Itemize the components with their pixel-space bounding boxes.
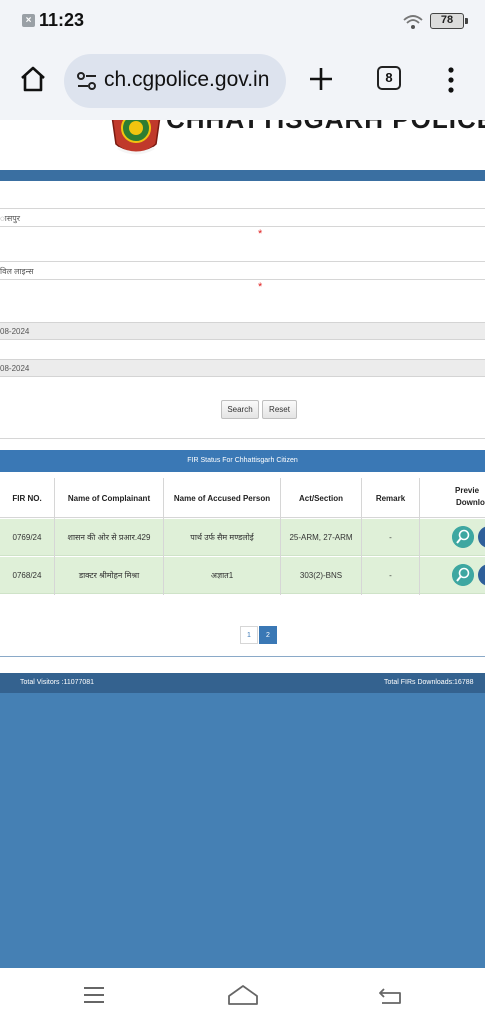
site-header: CHHATTISGARH POLICE <box>0 120 485 170</box>
act-section-cell: 303(2)-BNS <box>299 571 343 580</box>
fir-no-cell: 0769/24 <box>12 533 42 542</box>
col-remark: Remark <box>375 493 406 503</box>
divider <box>0 226 485 227</box>
preview-icon[interactable] <box>452 564 474 586</box>
fir-status-banner: FIR Status For Chhattisgarh Citizen <box>0 450 485 472</box>
preview-icon[interactable] <box>452 526 474 548</box>
complainant-cell: शासन की ओर से प्रआर.429 <box>67 533 151 542</box>
required-mark: * <box>258 228 263 240</box>
col-accused: Name of Accused Person <box>173 493 271 503</box>
header-strip <box>0 170 485 181</box>
wifi-icon <box>403 15 423 29</box>
police-station-select[interactable]: विल लाइन्स <box>0 266 34 277</box>
total-downloads: Total FIRs Downloads:16788 <box>384 679 474 686</box>
district-select[interactable]: ासपुर <box>0 213 20 224</box>
accused-cell: पार्थ उर्फ सैम मण्डलोई <box>190 533 254 542</box>
url-text: ch.cgpolice.gov.in <box>104 68 270 91</box>
download-icon[interactable] <box>478 526 485 548</box>
home-icon[interactable] <box>18 64 48 94</box>
col-download: Downlo <box>456 497 485 507</box>
recent-apps-icon[interactable] <box>83 986 105 1004</box>
page-2-link[interactable]: 2 <box>259 626 277 644</box>
police-emblem-logo <box>111 120 161 155</box>
from-date-input[interactable]: 08-2024 <box>0 322 485 340</box>
divider <box>0 279 485 280</box>
web-page: CHHATTISGARH POLICE ासपुर * विल लाइन्स *… <box>0 120 485 968</box>
required-mark: * <box>258 281 263 293</box>
col-fir-no: FIR NO. <box>12 493 42 503</box>
total-visitors: Total Visitors :11077081 <box>20 679 95 686</box>
remark-cell: - <box>389 571 392 580</box>
fir-no-cell: 0768/24 <box>12 571 42 580</box>
col-preview: Previe <box>455 485 480 495</box>
divider <box>0 438 485 439</box>
notification-x-icon: × <box>22 14 35 27</box>
browser-toolbar: ch.cgpolice.gov.in 8 <box>0 44 485 120</box>
column-divider <box>280 478 281 595</box>
to-date-input[interactable]: 08-2024 <box>0 359 485 377</box>
column-divider <box>54 478 55 595</box>
col-act-section: Act/Section <box>298 493 343 503</box>
back-icon[interactable] <box>378 985 402 1005</box>
tabs-count-button[interactable]: 8 <box>377 66 401 90</box>
divider <box>0 208 485 209</box>
search-button[interactable]: Search <box>221 400 259 419</box>
reset-button[interactable]: Reset <box>262 400 297 419</box>
more-vert-icon[interactable] <box>446 66 456 94</box>
footer-stats-bar: Total Visitors :11077081 Total FIRs Down… <box>0 673 485 693</box>
col-complainant: Name of Complainant <box>67 493 151 503</box>
table-row: 0769/24 शासन की ओर से प्रआर.429 पार्थ उर… <box>0 519 485 556</box>
page-1-link[interactable]: 1 <box>240 626 258 644</box>
address-bar[interactable]: ch.cgpolice.gov.in <box>64 54 286 108</box>
divider <box>0 261 485 262</box>
remark-cell: - <box>389 533 392 542</box>
table-row: 0768/24 डाक्टर श्रीमोहन मिश्रा अज्ञात1 3… <box>0 557 485 594</box>
plus-icon[interactable] <box>306 64 336 94</box>
site-title: CHHATTISGARH POLICE <box>166 120 485 135</box>
table-header: FIR NO. Name of Complainant Name of Accu… <box>0 478 485 518</box>
column-divider <box>361 478 362 595</box>
column-divider <box>419 478 420 595</box>
accused-cell: अज्ञात1 <box>210 571 234 580</box>
act-section-cell: 25-ARM, 27-ARM <box>289 533 353 542</box>
tune-icon[interactable] <box>76 71 98 91</box>
status-time: 11:23 <box>39 10 85 30</box>
column-divider <box>163 478 164 595</box>
complainant-cell: डाक्टर श्रीमोहन मिश्रा <box>78 571 140 580</box>
divider <box>0 656 485 657</box>
battery-indicator: 78 <box>430 13 468 29</box>
download-icon[interactable] <box>478 564 485 586</box>
status-bar: × 11:23 78 <box>0 0 485 44</box>
home-nav-icon[interactable] <box>227 984 259 1006</box>
system-nav-bar <box>0 968 485 1024</box>
footer <box>0 693 485 968</box>
